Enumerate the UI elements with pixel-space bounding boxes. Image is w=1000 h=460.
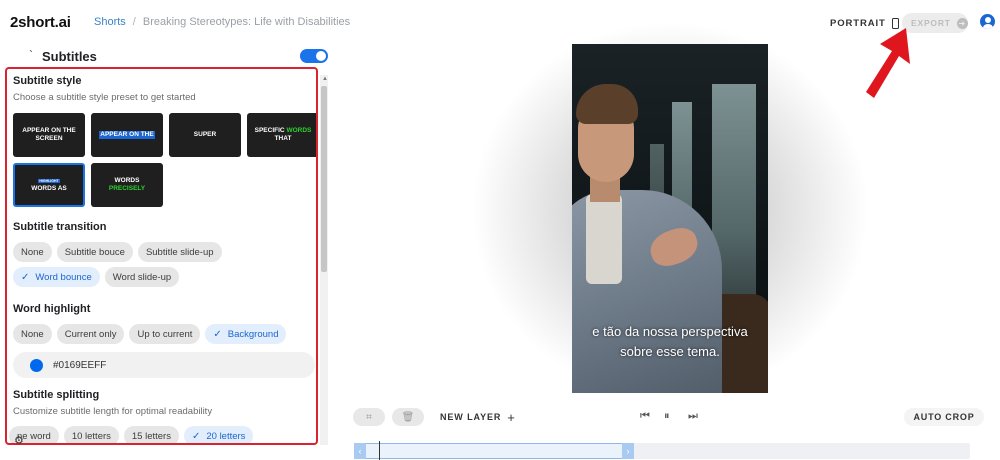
breadcrumb: Shorts / Breaking Stereotypes: Life with D… <box>94 16 350 28</box>
breadcrumb-shorts-link[interactable]: Shorts <box>94 16 126 28</box>
style-preset-tile[interactable]: APPEAR ON THE SCREEN <box>13 113 85 157</box>
style-preset-tile[interactable]: SPECIFIC WORDS THAT <box>247 113 316 157</box>
crop-icon: ⌗ <box>366 411 372 423</box>
chip-none[interactable]: None <box>13 324 52 344</box>
skip-forward-icon[interactable]: ⏭ <box>688 410 698 423</box>
chip-word-bounce[interactable]: ✓ Word bounce <box>13 267 100 287</box>
style-preset-tile-selected[interactable]: HIGHLIGHT WORDS AS <box>13 163 85 207</box>
user-account-icon[interactable] <box>980 14 995 29</box>
breadcrumb-separator: / <box>132 16 136 28</box>
panel-scrollbar-thumb[interactable] <box>321 86 327 272</box>
style-presets-grid: APPEAR ON THE SCREEN APPEAR ON THE SUPER … <box>13 113 316 209</box>
top-bar: 2short.ai Shorts / Breaking Stereotypes: L… <box>0 0 1000 46</box>
new-layer-button[interactable]: NEW LAYER + <box>432 408 524 426</box>
color-swatch[interactable] <box>30 358 43 372</box>
annotation-arrow-icon <box>866 28 910 98</box>
chip-background[interactable]: ✓ Background <box>205 324 287 344</box>
subtitle-style-description: Choose a subtitle style preset to get st… <box>13 92 196 103</box>
skip-back-icon[interactable]: ⏮ <box>640 410 650 423</box>
breadcrumb-current: Breaking Stereotypes: Life with Disabili… <box>142 16 351 28</box>
scroll-up-icon[interactable]: ▲ <box>322 76 328 82</box>
subtitle-style-title: Subtitle style <box>13 75 82 87</box>
export-label: EXPORT <box>911 18 951 28</box>
highlight-color-picker[interactable]: #0169EEFF <box>13 352 315 378</box>
subtitles-panel-header: ` Subtitles <box>0 46 330 68</box>
subtitle-caption-line-2: sobre esse tema. <box>620 344 720 359</box>
subtitle-caption-line-1: e tão da nossa perspectiva <box>592 324 748 339</box>
subtitle-settings-panel: Subtitle style Choose a subtitle style p… <box>5 67 318 445</box>
style-preset-tile[interactable]: SUPER <box>169 113 241 157</box>
transition-options: None Subtitle bouce Subtitle slide-up ✓ W… <box>13 242 313 287</box>
crop-button[interactable]: ⌗ <box>353 408 385 426</box>
highlight-options: None Current only Up to current ✓ Backgro… <box>13 324 313 344</box>
pause-icon[interactable]: ⏸ <box>664 410 670 423</box>
chip-10-letters[interactable]: 10 letters <box>63 426 119 443</box>
collapse-caret-icon[interactable]: ` <box>29 48 33 62</box>
delete-button[interactable]: 🗑 <box>392 408 424 426</box>
style-preset-tile[interactable]: WORDS PRECISELY <box>91 163 163 207</box>
chip-current-only[interactable]: Current only <box>56 324 125 344</box>
auto-crop-button[interactable]: AUTO CROP <box>904 408 984 426</box>
timeline-selection[interactable] <box>354 443 634 459</box>
chip-up-to-current[interactable]: Up to current <box>129 324 201 344</box>
arrow-right-icon: ➜ <box>956 17 968 29</box>
color-value: #0169EEFF <box>53 359 107 371</box>
timeline-playhead[interactable] <box>379 441 380 460</box>
chip-20-letters[interactable]: ✓ 20 letters <box>183 426 254 443</box>
app-logo[interactable]: 2short.ai <box>10 14 71 31</box>
timeline-handle-left-icon[interactable]: ‹ <box>354 443 366 459</box>
panel-title: Subtitles <box>42 49 97 64</box>
subtitle-splitting-description: Customize subtitle length for optimal re… <box>13 406 213 417</box>
check-icon: ✓ <box>21 271 30 283</box>
chip-word-slide-up[interactable]: Word slide-up <box>104 267 180 287</box>
timeline-handle-right-icon[interactable]: › <box>622 443 634 459</box>
splitting-options: ne word 10 letters 15 letters ✓ 20 letter… <box>9 426 309 443</box>
auto-crop-label: AUTO CROP <box>913 412 975 422</box>
chip-15-letters[interactable]: 15 letters <box>123 426 179 443</box>
plus-icon: + <box>507 409 516 425</box>
trash-icon: 🗑 <box>401 411 415 423</box>
chip-none[interactable]: None <box>13 242 52 262</box>
video-person-shirt <box>586 194 622 284</box>
subtitles-toggle[interactable] <box>300 49 328 63</box>
chip-subtitle-slide-up[interactable]: Subtitle slide-up <box>137 242 222 262</box>
chip-subtitle-bouce[interactable]: Subtitle bouce <box>56 242 133 262</box>
style-preset-tile[interactable]: APPEAR ON THE <box>91 113 163 157</box>
subtitle-transition-title: Subtitle transition <box>13 221 107 233</box>
word-highlight-title: Word highlight <box>13 303 91 315</box>
subtitle-splitting-title: Subtitle splitting <box>13 389 100 401</box>
video-preview[interactable]: e tão da nossa perspectiva sobre esse te… <box>572 44 768 393</box>
check-icon: ✓ <box>191 430 201 442</box>
settings-icon[interactable]: ⚙ <box>14 434 24 447</box>
new-layer-label: NEW LAYER <box>440 412 502 422</box>
check-icon: ✓ <box>213 328 222 340</box>
